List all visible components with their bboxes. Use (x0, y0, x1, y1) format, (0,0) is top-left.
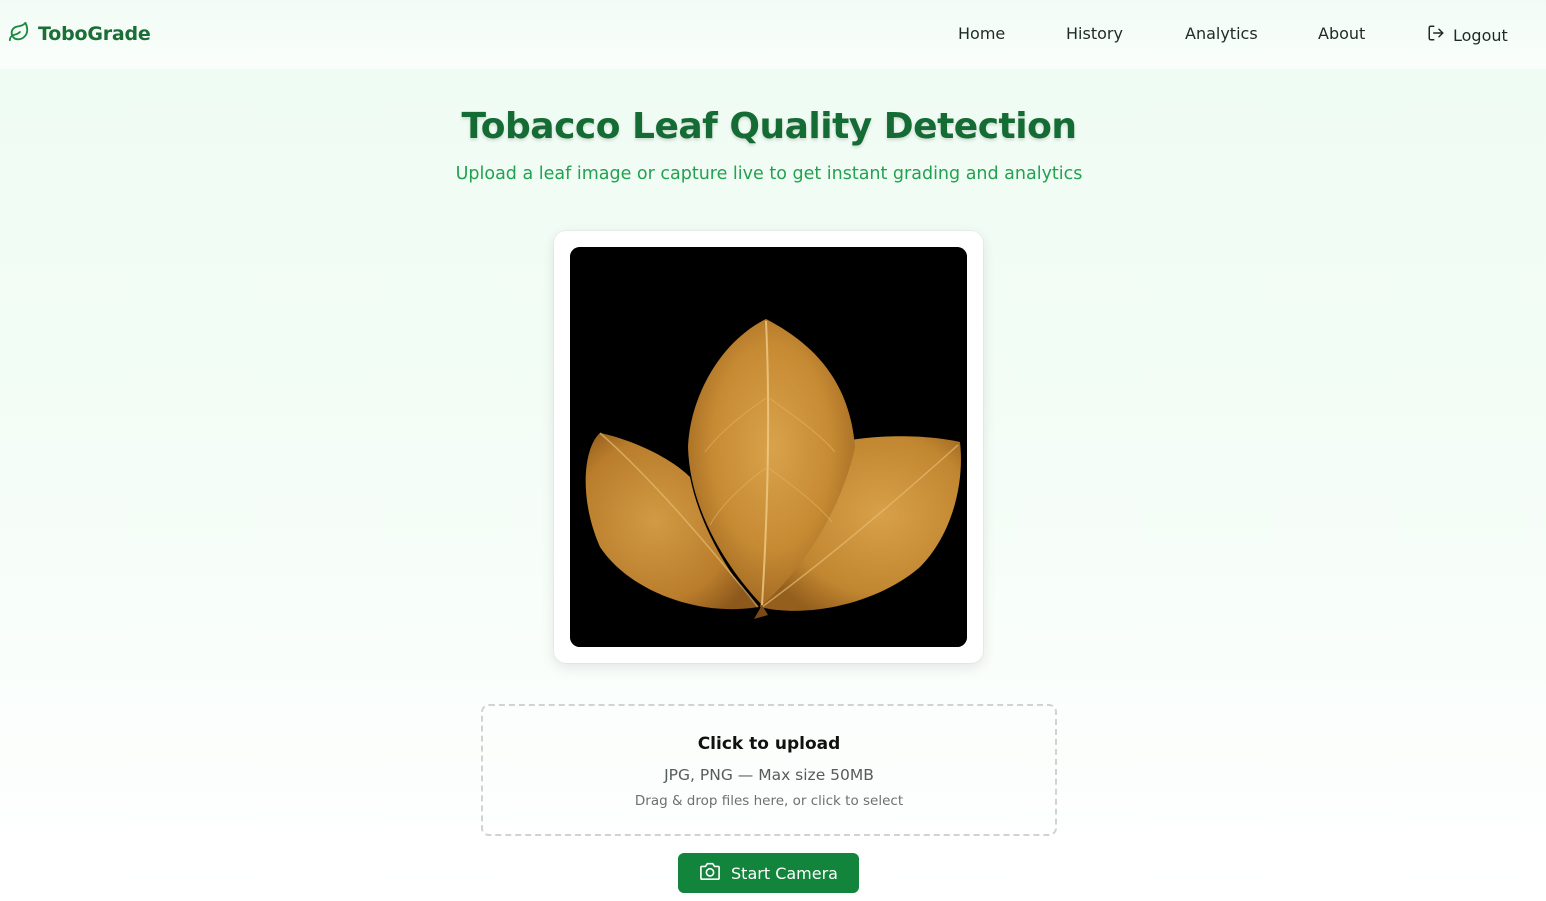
nav-history[interactable]: History (1066, 24, 1123, 43)
leaf-preview-image (570, 247, 967, 647)
start-camera-button[interactable]: Start Camera (678, 853, 859, 893)
nav-about[interactable]: About (1318, 24, 1365, 43)
upload-file-types: JPG, PNG — Max size 50MB (664, 766, 874, 784)
nav-home[interactable]: Home (958, 24, 1005, 43)
start-camera-label: Start Camera (731, 863, 838, 883)
brand[interactable]: ToboGrade (8, 20, 151, 48)
nav-logout[interactable]: Logout (1427, 24, 1508, 46)
leaf-icon (8, 21, 30, 48)
upload-title: Click to upload (697, 734, 841, 754)
page-subtitle: Upload a leaf image or capture live to g… (455, 164, 1083, 184)
top-navbar: ToboGrade Home History Analytics About L… (0, 0, 1546, 69)
nav-analytics[interactable]: Analytics (1185, 24, 1258, 43)
logout-icon (1427, 24, 1445, 46)
upload-hint: Drag & drop files here, or click to sele… (634, 793, 904, 809)
brand-name: ToboGrade (38, 23, 151, 45)
nav-logout-label: Logout (1453, 25, 1508, 45)
camera-icon (699, 861, 721, 885)
image-preview-card (554, 231, 983, 663)
page-title: Tobacco Leaf Quality Detection (461, 106, 1077, 147)
upload-dropzone[interactable]: Click to upload JPG, PNG — Max size 50MB… (481, 704, 1057, 836)
